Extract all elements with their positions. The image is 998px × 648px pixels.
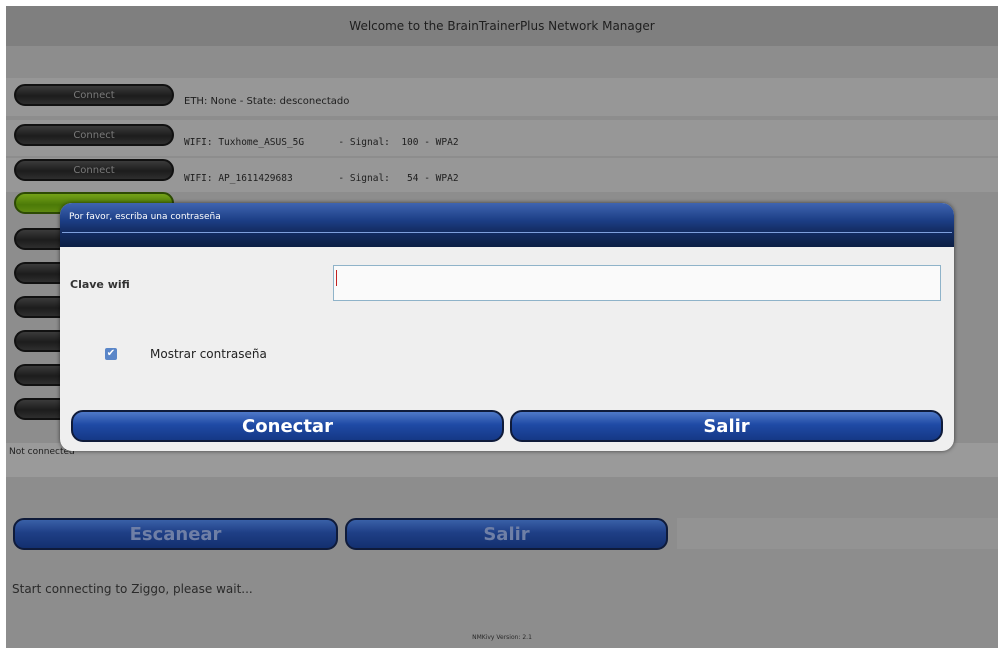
connect-button-hidden[interactable] [14, 262, 66, 284]
network-info-wifi-1: WIFI: Tuxhome_ASUS_5G - Signal: 100 - WP… [184, 137, 459, 148]
wifi-key-label: Clave wifi [70, 278, 130, 291]
version-label: NMKivy Version: 2.1 [472, 634, 532, 641]
status-message: Start connecting to Ziggo, please wait..… [12, 582, 253, 596]
connect-button-hidden[interactable] [14, 364, 66, 386]
connect-button-wifi-2[interactable]: Connect [14, 159, 174, 181]
connect-button-hidden[interactable] [14, 330, 66, 352]
wifi-password-input[interactable] [333, 265, 941, 301]
checkmark-icon: ✔ [106, 348, 116, 359]
show-password-checkbox[interactable]: ✔ [105, 348, 117, 360]
connect-button-wifi-1[interactable]: Connect [14, 124, 174, 146]
dialog-title: Por favor, escriba una contraseña [69, 212, 221, 222]
connect-button-hidden[interactable] [14, 296, 66, 318]
scan-button[interactable]: Escanear [13, 518, 338, 550]
network-info-wifi-2: WIFI: AP_1611429683 - Signal: 54 - WPA2 [184, 173, 459, 184]
network-info-eth: ETH: None - State: desconectado [184, 96, 350, 107]
window-title: Welcome to the BrainTrainerPlus Network … [6, 6, 998, 46]
password-dialog: Por favor, escriba una contraseña Clave … [60, 203, 954, 451]
dialog-divider [62, 232, 952, 233]
dialog-exit-button[interactable]: Salir [510, 410, 943, 442]
show-password-label: Mostrar contraseña [150, 347, 267, 361]
dialog-header: Por favor, escriba una contraseña [60, 203, 954, 247]
text-cursor [336, 270, 337, 286]
connect-button-eth[interactable]: Connect [14, 84, 174, 106]
disabled-action-button [677, 518, 998, 549]
connect-button[interactable]: Conectar [71, 410, 504, 442]
exit-button[interactable]: Salir [345, 518, 668, 550]
connect-button-hidden[interactable] [14, 228, 66, 250]
connect-button-hidden[interactable] [14, 398, 66, 420]
